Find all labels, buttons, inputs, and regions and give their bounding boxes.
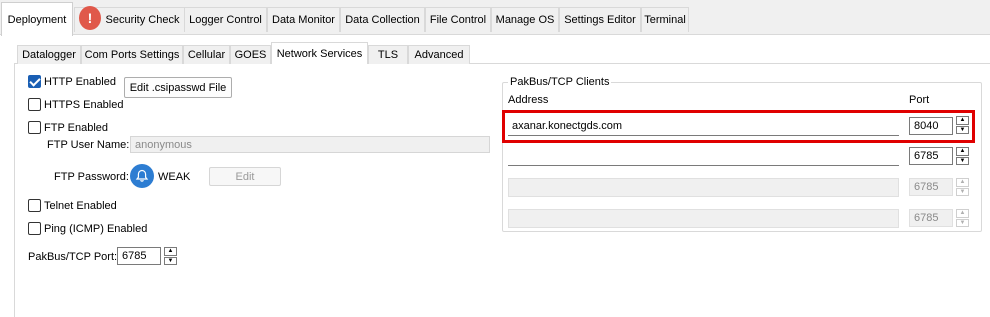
https-enabled-checkbox[interactable]: HTTPS Enabled <box>28 98 123 111</box>
client-address-input <box>508 178 899 197</box>
stepper-down-icon: ▼ <box>956 218 969 227</box>
client-port-input[interactable]: 6785 <box>909 147 953 165</box>
client-port-stepper[interactable]: ▲ ▼ <box>956 147 969 166</box>
pakbus-clients-title: PakBus/TCP Clients <box>508 76 612 88</box>
tab-file-control[interactable]: File Control <box>425 7 491 32</box>
tab-deployment[interactable]: Deployment <box>1 2 73 36</box>
ftp-password-label: FTP Password: <box>54 171 129 183</box>
telnet-enabled-label: Telnet Enabled <box>44 199 117 212</box>
subtab-tls[interactable]: TLS <box>368 45 408 64</box>
ping-enabled-label: Ping (ICMP) Enabled <box>44 222 148 235</box>
http-enabled-checkbox[interactable]: HTTP Enabled <box>28 75 116 88</box>
tab-data-monitor[interactable]: Data Monitor <box>267 7 340 32</box>
password-strength-label: WEAK <box>158 171 191 183</box>
subtab-network-services[interactable]: Network Services <box>271 42 368 64</box>
edit-password-button[interactable]: Edit <box>209 167 281 186</box>
port-header: Port <box>909 94 930 106</box>
edit-csipasswd-button[interactable]: Edit .csipasswd File <box>124 77 232 98</box>
stepper-up-icon: ▲ <box>956 178 969 187</box>
telnet-enabled-box[interactable] <box>28 199 41 212</box>
subtab-goes[interactable]: GOES <box>230 45 271 64</box>
subtab-cellular[interactable]: Cellular <box>183 45 230 64</box>
ftp-enabled-box[interactable] <box>28 121 41 134</box>
https-enabled-box[interactable] <box>28 98 41 111</box>
client-address-input <box>508 209 899 228</box>
ftp-enabled-label: FTP Enabled <box>44 121 109 134</box>
tab-settings-editor[interactable]: Settings Editor <box>559 7 641 32</box>
http-enabled-box[interactable] <box>28 75 41 88</box>
bell-icon <box>130 164 154 188</box>
client-port-stepper: ▲ ▼ <box>956 178 969 197</box>
subtab-advanced[interactable]: Advanced <box>408 45 470 64</box>
client-port-input: 6785 <box>909 209 953 227</box>
client-port-input: 6785 <box>909 178 953 196</box>
stepper-up-icon: ▲ <box>956 209 969 218</box>
subtab-com-ports-settings[interactable]: Com Ports Settings <box>81 45 183 64</box>
telnet-enabled-checkbox[interactable]: Telnet Enabled <box>28 199 117 212</box>
highlight-box <box>502 110 975 143</box>
ping-enabled-box[interactable] <box>28 222 41 235</box>
stepper-up-icon[interactable]: ▲ <box>956 147 969 156</box>
pakbus-port-stepper[interactable]: ▲ ▼ <box>164 247 177 266</box>
subtab-datalogger[interactable]: Datalogger <box>17 45 81 64</box>
stepper-down-icon[interactable]: ▼ <box>164 256 177 265</box>
main-tab-strip: Deployment ! Security Check Logger Contr… <box>0 0 990 36</box>
https-enabled-label: HTTPS Enabled <box>44 98 124 111</box>
alert-icon: ! <box>79 6 101 30</box>
pakbus-port-input[interactable]: 6785 <box>117 247 161 265</box>
tab-data-collection[interactable]: Data Collection <box>340 7 425 32</box>
ping-enabled-checkbox[interactable]: Ping (ICMP) Enabled <box>28 222 147 235</box>
ftp-user-name-label: FTP User Name: <box>47 139 130 151</box>
client-address-input[interactable] <box>508 146 899 166</box>
ftp-enabled-checkbox[interactable]: FTP Enabled <box>28 121 108 134</box>
tab-manage-os[interactable]: Manage OS <box>491 7 559 32</box>
stepper-down-icon[interactable]: ▼ <box>956 156 969 165</box>
client-port-stepper: ▲ ▼ <box>956 209 969 228</box>
stepper-up-icon[interactable]: ▲ <box>164 247 177 256</box>
address-header: Address <box>508 94 549 106</box>
tab-logger-control[interactable]: Logger Control <box>184 7 267 32</box>
pakbus-port-label: PakBus/TCP Port: <box>28 251 118 263</box>
http-enabled-label: HTTP Enabled <box>44 75 116 88</box>
tab-terminal[interactable]: Terminal <box>641 7 689 32</box>
ftp-user-name-field[interactable]: anonymous <box>130 136 490 153</box>
stepper-down-icon: ▼ <box>956 187 969 196</box>
